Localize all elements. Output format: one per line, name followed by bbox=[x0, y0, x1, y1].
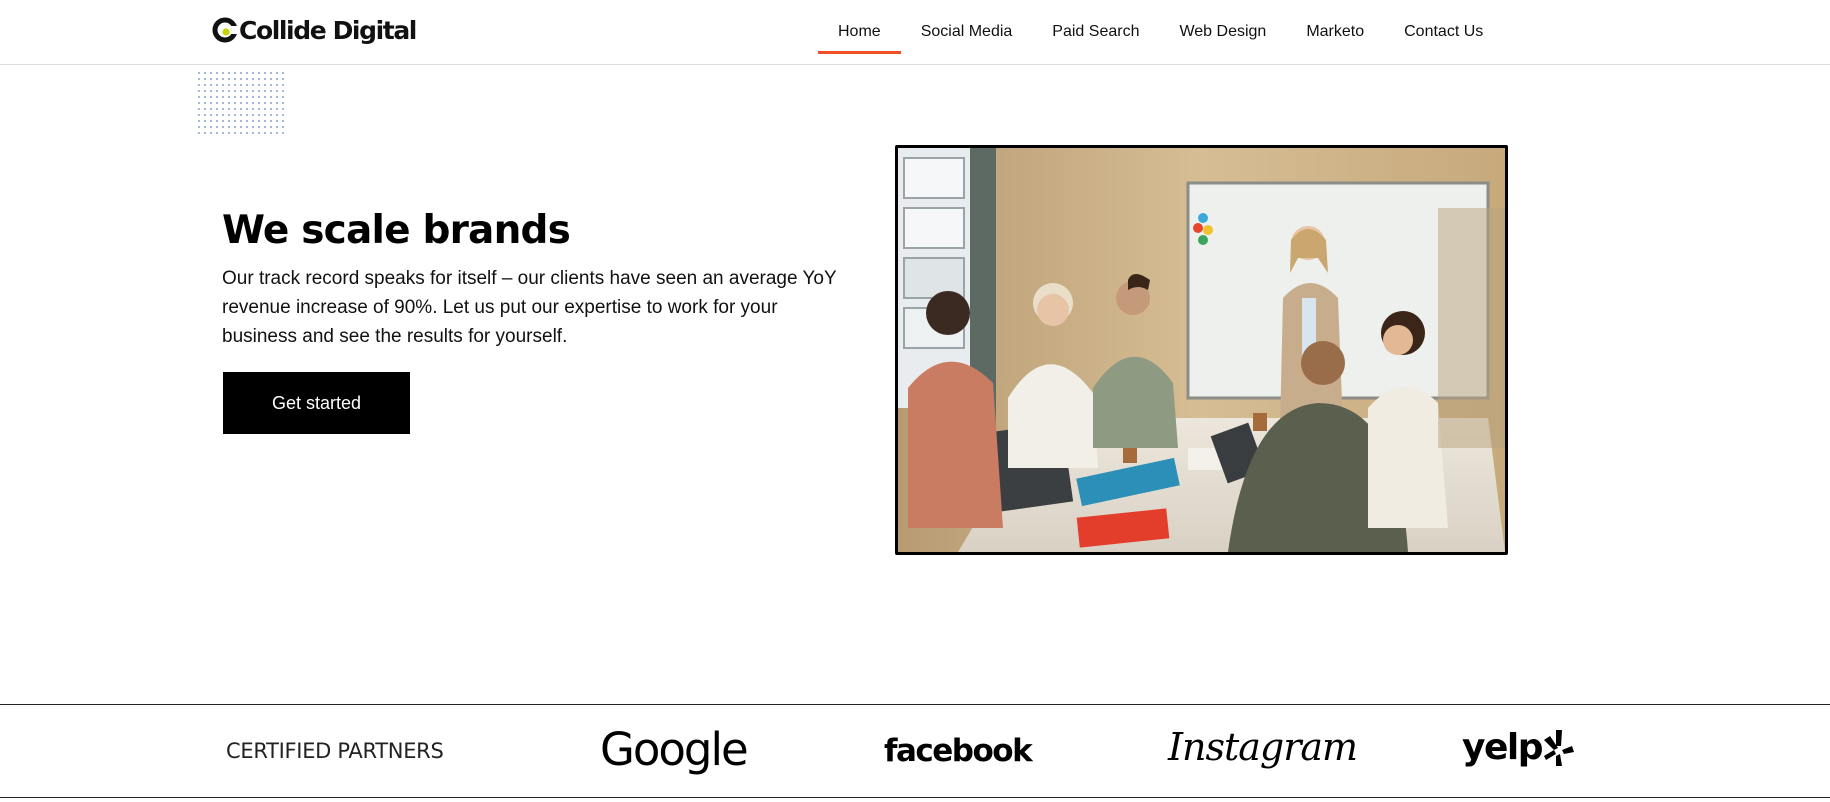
team-meeting-illustration bbox=[898, 148, 1505, 552]
main-nav: Home Social Media Paid Search Web Design… bbox=[818, 0, 1503, 64]
facebook-logo: facebook bbox=[884, 733, 1033, 769]
collide-logo-icon bbox=[212, 17, 238, 43]
site-header: Collide Digital Home Social Media Paid S… bbox=[0, 0, 1830, 65]
logo-text: Collide Digital bbox=[239, 15, 417, 45]
partners-label: CERTIFIED PARTNERS bbox=[226, 739, 444, 763]
nav-web-design[interactable]: Web Design bbox=[1159, 0, 1286, 64]
nav-marketo[interactable]: Marketo bbox=[1286, 0, 1384, 64]
get-started-button[interactable]: Get started bbox=[223, 372, 410, 434]
nav-paid-search[interactable]: Paid Search bbox=[1032, 0, 1159, 64]
nav-home[interactable]: Home bbox=[818, 0, 901, 64]
nav-social-media[interactable]: Social Media bbox=[901, 0, 1033, 64]
yelp-wordmark: yelp bbox=[1462, 727, 1544, 768]
instagram-logo: Instagram bbox=[1168, 725, 1358, 769]
decorative-dot-grid bbox=[196, 70, 286, 138]
yelp-logo: yelp bbox=[1462, 727, 1574, 768]
certified-partners-strip: CERTIFIED PARTNERS Google facebook Insta… bbox=[0, 704, 1830, 798]
google-logo: Google bbox=[600, 723, 749, 776]
site-logo[interactable]: Collide Digital bbox=[212, 14, 417, 46]
hero-description: Our track record speaks for itself – our… bbox=[222, 268, 837, 347]
nav-contact-us[interactable]: Contact Us bbox=[1384, 0, 1503, 64]
yelp-burst-icon bbox=[1544, 729, 1574, 766]
team-meeting-photo bbox=[895, 145, 1508, 555]
hero-title: We scale brands bbox=[222, 208, 571, 253]
